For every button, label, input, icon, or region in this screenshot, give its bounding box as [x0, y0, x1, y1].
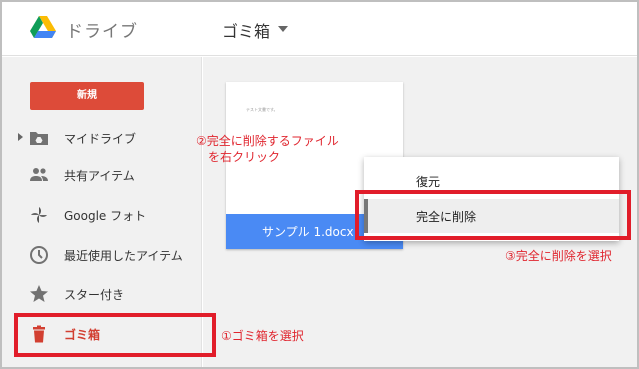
google-drive-logo-icon[interactable] [30, 16, 56, 40]
star-icon [30, 285, 48, 302]
app-header: ドライブ ゴミ箱 [2, 2, 637, 56]
annotation-box-delete [355, 190, 631, 240]
sidebar-item-label: Google フォト [64, 209, 147, 223]
sidebar-item-google-photos[interactable]: Google フォト [2, 200, 202, 230]
app-title: ドライブ [66, 22, 138, 42]
current-location-title[interactable]: ゴミ箱 [222, 18, 270, 42]
file-name: サンプル 1.docx [262, 225, 354, 239]
photos-pinwheel-icon [31, 207, 47, 223]
sidebar-item-label: スター付き [64, 288, 125, 302]
screenshot-frame: ドライブ ゴミ箱 新規 マイドライブ 共有アイテム Google フォト 最近使… [0, 0, 639, 369]
context-menu-item-label: 復元 [416, 175, 441, 189]
drive-folder-icon [30, 132, 48, 145]
sidebar-item-shared[interactable]: 共有アイテム [2, 160, 202, 190]
sidebar-item-label: マイドライブ [64, 132, 137, 146]
new-button[interactable]: 新規 [30, 82, 144, 110]
annotation-step-2-line-2: を右クリック [208, 150, 281, 164]
annotation-step-2-line-1: ②完全に削除するファイル [196, 134, 339, 148]
sidebar-item-recent[interactable]: 最近使用したアイテム [2, 240, 202, 270]
file-thumbnail-text: テスト文書です。 [246, 107, 278, 112]
location-dropdown-caret-icon[interactable] [278, 26, 288, 32]
sidebar-item-label: 最近使用したアイテム [64, 249, 183, 263]
annotation-box-trash [14, 313, 216, 357]
people-icon [30, 168, 48, 181]
annotation-step-3: ③完全に削除を選択 [505, 249, 612, 263]
sidebar-item-my-drive[interactable]: マイドライブ [2, 123, 202, 153]
annotation-step-1: ①ゴミ箱を選択 [221, 329, 304, 343]
sidebar-item-label: 共有アイテム [64, 169, 135, 183]
clock-icon [30, 246, 48, 264]
expand-arrow-icon[interactable] [18, 133, 23, 141]
sidebar-item-starred[interactable]: スター付き [2, 279, 202, 309]
